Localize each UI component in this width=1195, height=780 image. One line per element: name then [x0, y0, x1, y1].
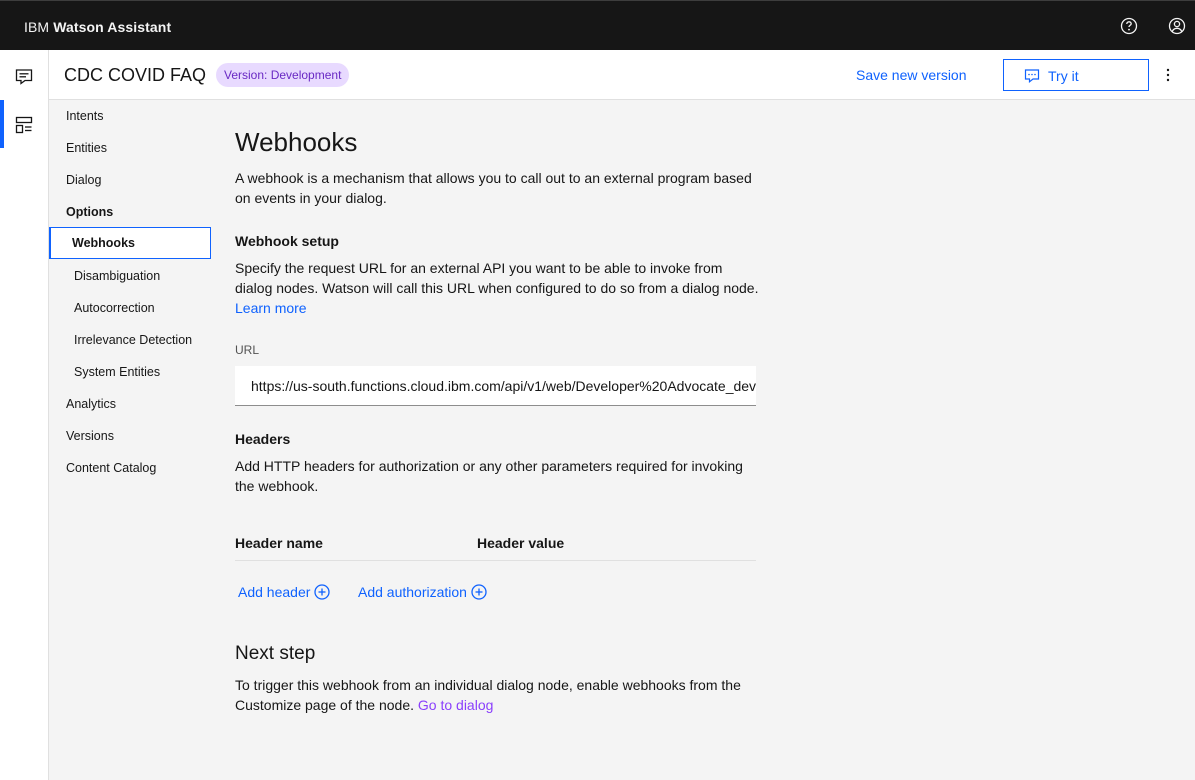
next-step-description: To trigger this webhook from an individu…: [235, 675, 760, 715]
add-header-label: Add header: [238, 584, 311, 600]
skills-icon: [15, 116, 33, 134]
next-step-heading: Next step: [235, 643, 316, 664]
try-it-button[interactable]: Try it: [1003, 59, 1149, 91]
add-circle-icon: [471, 584, 487, 600]
nav-item-irrelevance-detection[interactable]: Irrelevance Detection: [49, 324, 211, 356]
column-header-value: Header value: [477, 535, 565, 551]
nav-item-intents[interactable]: Intents: [49, 100, 211, 132]
product-name[interactable]: IBM Watson Assistant: [24, 19, 171, 35]
brand-prefix: IBM: [24, 19, 50, 35]
nav-item-autocorrection[interactable]: Autocorrection: [49, 292, 211, 324]
headers-description: Add HTTP headers for authorization or an…: [235, 458, 743, 494]
help-icon[interactable]: [1119, 16, 1139, 36]
page-title: CDC COVID FAQ: [64, 65, 207, 85]
nav-item-disambiguation[interactable]: Disambiguation: [49, 260, 211, 292]
url-input[interactable]: https://us-south.functions.cloud.ibm.com…: [235, 366, 756, 406]
setup-description: Specify the request URL for an external …: [235, 258, 760, 318]
headers-heading: Headers: [235, 431, 291, 447]
go-to-dialog-link[interactable]: Go to dialog: [418, 697, 494, 713]
intro-text: A webhook is a mechanism that allows you…: [235, 170, 752, 206]
nav-item-webhooks[interactable]: Webhooks: [49, 227, 211, 259]
nav-item-analytics[interactable]: Analytics: [49, 388, 211, 420]
user-avatar-icon[interactable]: [1167, 16, 1187, 36]
url-label: URL: [235, 343, 260, 357]
chat-bubble-icon: [1024, 69, 1040, 84]
nav-item-system-entities[interactable]: System Entities: [49, 356, 211, 388]
overflow-menu-icon[interactable]: [1162, 65, 1174, 85]
column-header-name: Header name: [235, 535, 323, 551]
webhook-setup-heading: Webhook setup: [235, 233, 339, 249]
skill-header: CDC COVID FAQ Version: Development Save …: [49, 50, 1195, 100]
nav-item-versions[interactable]: Versions: [49, 420, 211, 452]
left-rail: [0, 50, 49, 780]
save-new-version-button[interactable]: Save new version: [856, 67, 967, 83]
rail-assistants-button[interactable]: [0, 52, 48, 100]
section-title: Webhooks: [235, 127, 358, 157]
rail-skills-button[interactable]: [0, 100, 48, 148]
setup-text: Specify the request URL for an external …: [235, 260, 759, 296]
learn-more-link[interactable]: Learn more: [235, 300, 307, 316]
brand-name: Watson Assistant: [53, 19, 172, 35]
add-authorization-button[interactable]: Add authorization: [358, 584, 487, 600]
add-header-button[interactable]: Add header: [238, 584, 331, 600]
version-badge: Version: Development: [216, 63, 350, 87]
nav-item-dialog[interactable]: Dialog: [49, 164, 211, 196]
add-authorization-label: Add authorization: [358, 584, 467, 600]
headers-table-header: Header name Header value: [235, 533, 756, 561]
nav-item-entities[interactable]: Entities: [49, 132, 211, 164]
try-it-label: Try it: [1048, 68, 1079, 84]
nav-item-options[interactable]: Options: [49, 196, 211, 228]
nav-item-content-catalog[interactable]: Content Catalog: [49, 452, 211, 484]
top-bar: IBM Watson Assistant: [0, 0, 1195, 50]
add-circle-icon: [314, 584, 331, 600]
chat-icon: [15, 69, 33, 85]
